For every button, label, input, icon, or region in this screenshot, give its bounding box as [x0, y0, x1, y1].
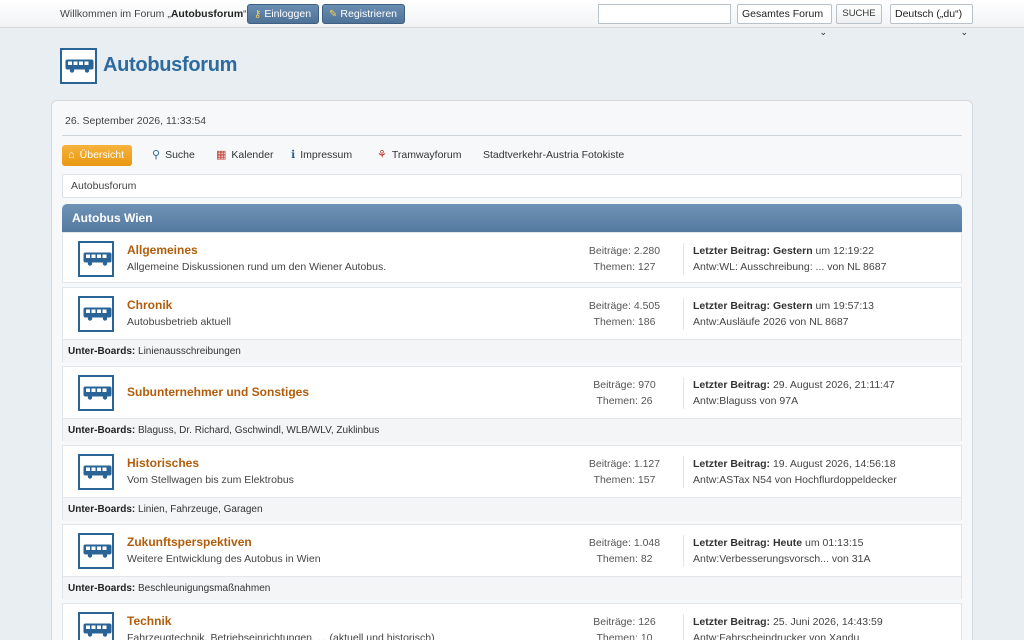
last-post-info: Letzter Beitrag: Gestern um 12:19:22 Antw… [693, 245, 887, 273]
bus-logo-icon[interactable] [60, 48, 97, 84]
calendar-icon: ▦ [216, 149, 227, 161]
home-icon: ⌂ [68, 149, 75, 161]
board-row: Chronik Autobusbetrieb aktuell Beiträge:… [62, 287, 962, 363]
menu-item-impressum[interactable]: ℹ Impressum [291, 145, 352, 166]
last-post-author-link[interactable]: 31A [852, 553, 871, 565]
bus-icon[interactable] [78, 296, 114, 332]
child-board-links[interactable]: Beschleunigungsmaßnahmen [138, 583, 270, 594]
chevron-down-icon: ⌄ [819, 27, 827, 37]
board-stats: Beiträge: 1.048 Themen: 82 [566, 535, 684, 567]
board-stats: Beiträge: 2.280 Themen: 127 [566, 243, 684, 275]
menu-item-search[interactable]: ⚲ Suche [152, 145, 195, 166]
bus-icon[interactable] [78, 241, 114, 277]
last-post-author-link[interactable]: Hochflurdoppeldecker [795, 474, 897, 486]
last-post-topic-link[interactable]: Antw:Fahrscheindrucker [693, 632, 806, 640]
login-button[interactable]: ⚷ Einloggen [247, 4, 320, 24]
bus-icon[interactable] [78, 612, 114, 640]
board-title-link[interactable]: Technik [127, 614, 171, 628]
last-post-info: Letzter Beitrag: 19. August 2026, 14:56:… [693, 458, 897, 486]
category-header[interactable]: Autobus Wien [62, 204, 962, 232]
last-post-info: Letzter Beitrag: Heute um 01:13:15 Antw:V… [693, 537, 871, 565]
divider [62, 135, 962, 136]
board-title-link[interactable]: Allgemeines [127, 243, 198, 257]
board-row: Allgemeines Allgemeine Diskussionen rund… [62, 232, 962, 283]
bus-icon[interactable] [78, 533, 114, 569]
search-icon: ⚲ [152, 149, 161, 161]
info-icon: ℹ [291, 149, 296, 161]
board-row: Subunternehmer und Sonstiges Beiträge: 9… [62, 366, 962, 442]
board-title-link[interactable]: Chronik [127, 298, 172, 312]
board-row: Zukunftsperspektiven Weitere Entwicklung… [62, 524, 962, 600]
bus-icon[interactable] [78, 375, 114, 411]
last-post-topic-link[interactable]: Antw:WL: Ausschreibung: ... [693, 261, 824, 273]
menu-item-tramwayforum[interactable]: ⚘ Tramwayforum [377, 145, 462, 166]
welcome-text: Willkommen im Forum „Autobusforum“. [60, 8, 250, 20]
chevron-down-icon: ⌄ [960, 27, 968, 37]
language-select[interactable]: Deutsch („du“) ⌄ [890, 4, 973, 37]
child-boards: Unter-Boards: Linienausschreibungen [63, 339, 961, 363]
menu-item-overview[interactable]: ⌂ Übersicht [62, 145, 133, 166]
last-post-author-link[interactable]: Xandu [829, 632, 859, 640]
search-submit-button[interactable]: SUCHE [836, 4, 882, 24]
last-post-info: Letzter Beitrag: Gestern um 19:57:13 Antw… [693, 300, 874, 328]
last-post-author-link[interactable]: 97A [779, 395, 798, 407]
board-stats: Beiträge: 4.505 Themen: 186 [566, 298, 684, 330]
menu-item-fotokiste[interactable]: Stadtverkehr-Austria Fotokiste [483, 145, 624, 166]
board-stats: Beiträge: 970 Themen: 26 [566, 377, 684, 409]
board-stats: Beiträge: 1.127 Themen: 157 [566, 456, 684, 488]
board-description: Vom Stellwagen bis zum Elektrobus [127, 474, 294, 486]
child-board-links[interactable]: Linien, Fahrzeuge, Garagen [138, 504, 263, 515]
pencil-icon: ✎ [329, 9, 338, 20]
current-date: 26. September 2026, 11:33:54 [65, 115, 207, 127]
board-title-link[interactable]: Subunternehmer und Sonstiges [127, 385, 309, 399]
board-stats: Beiträge: 126 Themen: 10 [566, 614, 684, 640]
board-row: Historisches Vom Stellwagen bis zum Elek… [62, 445, 962, 521]
board-description: Allgemeine Diskussionen rund um den Wien… [127, 261, 387, 273]
last-post-topic-link[interactable]: Antw:Ausläufe 2026 [693, 316, 786, 328]
last-post-info: Letzter Beitrag: 29. August 2026, 21:11:… [693, 379, 895, 407]
child-boards: Unter-Boards: Linien, Fahrzeuge, Garagen [63, 497, 961, 521]
board-description: Fahrzeugtechnik, Betriebseinrichtungen, … [127, 632, 435, 640]
menu-item-calendar[interactable]: ▦ Kalender [216, 145, 273, 166]
bus-icon[interactable] [78, 454, 114, 490]
last-post-topic-link[interactable]: Antw:Blaguss [693, 395, 757, 407]
board-row: Technik Fahrzeugtechnik, Betriebseinrich… [62, 603, 962, 640]
key-icon: ⚷ [254, 9, 262, 20]
board-title-link[interactable]: Zukunftsperspektiven [127, 535, 252, 549]
last-post-author-link[interactable]: NL 8687 [809, 316, 848, 328]
register-button[interactable]: ✎ Registrieren [322, 4, 405, 24]
top-bar: Willkommen im Forum „Autobusforum“. ⚷Ein… [0, 0, 1024, 37]
last-post-author-link[interactable]: NL 8687 [847, 261, 886, 273]
main-panel: 26. September 2026, 11:33:54 ⌂ Übersicht … [51, 100, 973, 640]
search-input[interactable] [598, 4, 731, 24]
last-post-info: Letzter Beitrag: 25. Juni 2026, 14:43:59… [693, 614, 883, 640]
site-logo-text[interactable]: Autobusforum [103, 54, 237, 77]
board-description: Autobusbetrieb aktuell [127, 316, 231, 328]
child-boards: Unter-Boards: Blaguss, Dr. Richard, Gsch… [63, 418, 961, 442]
tram-signal-icon: ⚘ [377, 149, 387, 161]
board-description: Weitere Entwicklung des Autobus in Wien [127, 553, 321, 565]
board-title-link[interactable]: Historisches [127, 456, 199, 470]
child-boards: Unter-Boards: Beschleunigungsmaßnahmen [63, 576, 961, 600]
last-post-topic-link[interactable]: Antw:Verbesserungsvorsch... [693, 553, 829, 565]
last-post-topic-link[interactable]: Antw:ASTax N54 [693, 474, 772, 486]
search-scope-select[interactable]: Gesamtes Forum ⌄ [737, 4, 832, 37]
child-board-links[interactable]: Blaguss, Dr. Richard, Gschwindl, WLB/WLV… [138, 425, 379, 436]
child-board-links[interactable]: Linienausschreibungen [138, 346, 241, 357]
breadcrumb[interactable]: Autobusforum [62, 174, 962, 198]
